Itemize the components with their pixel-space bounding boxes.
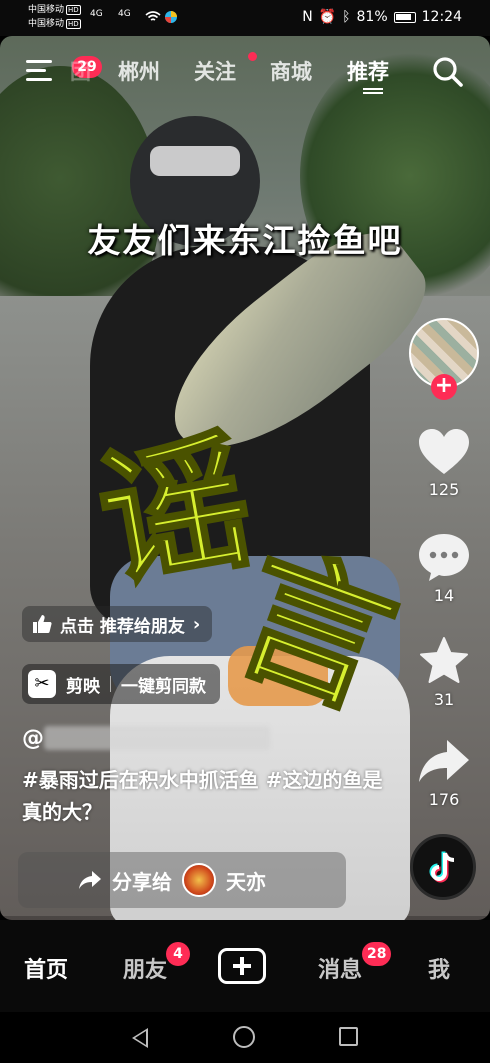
messages-badge: 28 — [362, 942, 392, 966]
wifi-icon — [145, 11, 161, 21]
share-arrow-icon — [419, 740, 469, 782]
tab-partial[interactable]: 团 — [70, 56, 91, 86]
follow-plus-button[interactable]: + — [431, 374, 457, 400]
top-nav: 29 团 郴州 关注 商城 推荐 — [0, 48, 490, 96]
comment-icon — [419, 534, 469, 581]
comment-count: 14 — [433, 586, 455, 605]
music-disc-button[interactable] — [410, 834, 476, 900]
recommend-to-friend-button[interactable]: 点击 推荐给朋友 › — [22, 606, 213, 642]
back-icon[interactable] — [132, 1028, 148, 1048]
carrier-name-1: 中国移动 — [28, 5, 65, 15]
create-post-button[interactable] — [218, 948, 266, 984]
follow-notification-dot — [248, 52, 257, 61]
recent-apps-icon[interactable] — [339, 1027, 358, 1046]
home-icon[interactable] — [233, 1026, 255, 1048]
battery-icon — [393, 11, 416, 23]
signal-icon-2: 4G — [118, 9, 131, 19]
favorite-count: 31 — [433, 690, 455, 709]
author-name-redaction — [44, 726, 270, 750]
tab-follow[interactable]: 关注 — [194, 56, 236, 86]
thumbs-up-icon — [33, 615, 52, 633]
video-scene-helmet-band — [150, 146, 240, 176]
friends-badge: 4 — [166, 942, 190, 966]
status-bar: 中国移动 HD 中国移动 HD 4G 4G N ⏰ ᛒ 81% 12:24 — [0, 0, 490, 36]
friend-name: 天亦 — [226, 869, 266, 894]
battery-percent: 81% — [356, 9, 388, 25]
search-icon[interactable] — [432, 56, 464, 88]
tab-recommend[interactable]: 推荐 — [347, 56, 389, 86]
like-count: 125 — [428, 480, 460, 499]
hd-badge-2: HD — [66, 19, 81, 29]
signal-icon-1: 4G — [90, 9, 103, 19]
friend-avatar — [182, 863, 216, 897]
capcut-action: 一键剪同款 — [121, 676, 206, 697]
tiktok-note-icon — [429, 851, 455, 883]
author-name[interactable]: @ — [22, 726, 45, 751]
tab-me[interactable]: 我 — [428, 952, 450, 984]
star-icon — [420, 637, 468, 683]
menu-icon[interactable]: 29 — [26, 56, 102, 82]
rumor-stamp-1: 谣 — [84, 410, 265, 612]
video-description[interactable]: #暴雨过后在积水中抓活鱼 #这边的鱼是真的大？ — [22, 764, 392, 828]
bottom-tab-bar: 首页 朋友 4 消息 28 我 — [0, 920, 490, 1012]
capcut-template-button[interactable]: ✂ 剪映 一键剪同款 — [22, 664, 220, 704]
share-arrow-small-icon — [79, 871, 101, 889]
chevron-right-icon: › — [192, 613, 201, 635]
tab-friends[interactable]: 朋友 — [123, 952, 167, 984]
carrier-name-2: 中国移动 — [28, 19, 65, 29]
share-button[interactable]: 176 — [408, 738, 480, 809]
tab-chenzhou[interactable]: 郴州 — [118, 56, 160, 86]
active-tab-indicator — [363, 88, 383, 94]
share-count: 176 — [428, 790, 460, 809]
recommend-label: 点击 推荐给朋友 — [60, 616, 185, 637]
alarm-icon: ⏰ — [318, 9, 337, 25]
capcut-logo-icon: ✂ — [28, 670, 56, 698]
bluetooth-icon: ᛒ — [342, 9, 351, 25]
comment-button[interactable]: 14 — [408, 532, 480, 605]
heart-icon — [419, 429, 469, 474]
nfc-icon: N — [302, 9, 313, 25]
tab-home[interactable]: 首页 — [24, 952, 68, 984]
share-to-friend-bar[interactable]: 分享给 天亦 — [18, 852, 346, 908]
system-nav-bar — [0, 1012, 490, 1063]
share-label: 分享给 — [112, 869, 172, 894]
hd-badge-1: HD — [66, 5, 81, 15]
clock-time: 12:24 — [421, 9, 462, 25]
divider — [110, 676, 111, 692]
app-status-icon — [165, 11, 177, 23]
tab-mall[interactable]: 商城 — [270, 56, 312, 86]
video-caption: 友友们来东江捡鱼吧 — [87, 221, 403, 260]
favorite-button[interactable]: 31 — [408, 636, 480, 709]
tab-messages[interactable]: 消息 — [318, 952, 362, 984]
like-button[interactable]: 125 — [408, 428, 480, 499]
capcut-name: 剪映 — [66, 676, 100, 697]
